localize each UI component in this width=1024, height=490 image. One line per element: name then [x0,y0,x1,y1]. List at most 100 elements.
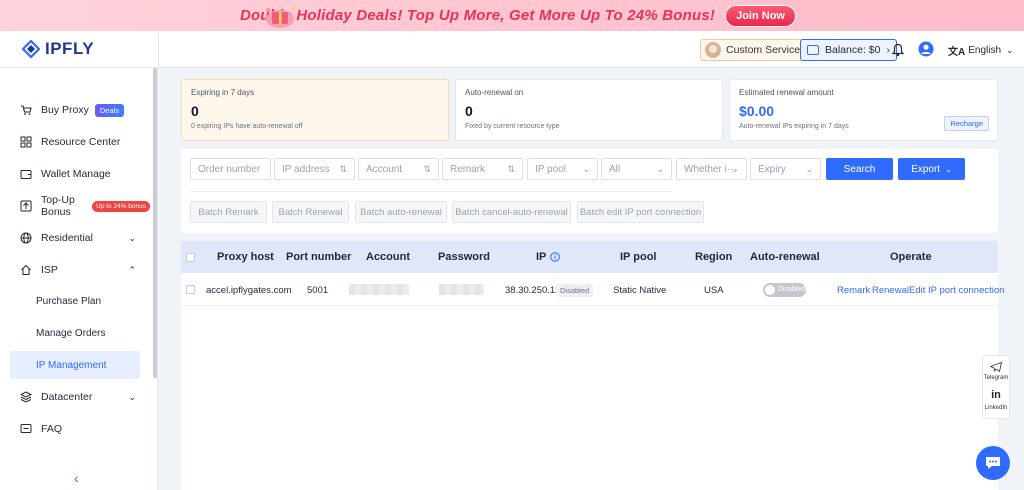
sidebar: Buy Proxy Deals Resource Center Wallet M… [0,68,158,490]
chevron-down-icon: ⌄ [656,163,664,174]
batch-remark-button[interactable]: Batch Remark [190,201,267,223]
remark-link[interactable]: Remark [837,285,870,296]
language-label: English [968,45,1002,56]
ip-table: Proxy host Port number Account Password … [181,241,1004,490]
ip-pool-placeholder: IP pool [535,163,566,175]
sidebar-item-residential[interactable]: Residential ⌄ [0,224,150,252]
card-value: 0 [465,103,473,119]
all-placeholder: All [609,163,621,175]
collapse-sidebar-icon[interactable]: ‹ [74,470,79,486]
sidebar-item-faq[interactable]: FAQ [0,415,150,443]
balance-button[interactable]: Balance: $0 › [800,39,897,61]
batch-edit-ip-port-button[interactable]: Batch edit IP port connection [577,201,704,223]
row-checkbox[interactable] [186,285,195,294]
cell-port: 5001 [307,285,329,296]
sidebar-scrollbar[interactable] [153,68,157,378]
export-button[interactable]: Export ⌄ [898,158,965,180]
sidebar-item-datacenter[interactable]: Datacenter ⌄ [0,383,150,411]
sidebar-item-label: Top-Up Bonus [41,194,75,218]
social-float-panel: Telegram in LinkedIn [982,355,1010,419]
bell-icon[interactable] [891,43,905,57]
whether-select[interactable]: Whether i··· ⌄ [676,158,747,180]
top-header: IPFLY Custom Service Balance: $0 › 文A En… [0,31,1024,68]
bonus-badge: Up to 24% bonus [92,200,150,212]
batch-cancel-auto-renewal-button[interactable]: Batch cancel-auto-renewal [452,201,571,223]
info-icon[interactable] [550,252,560,262]
filter-divider [190,191,672,192]
sidebar-item-label: FAQ [41,423,63,435]
brand-name: IPFLY [45,39,95,58]
renewal-link[interactable]: Renewal [872,285,909,296]
export-label: Export [911,163,941,175]
header-divider [158,31,159,68]
header-password: Password [438,251,490,263]
support-avatar [705,42,721,58]
account-input[interactable]: Account ⇅ [358,158,439,180]
chevron-down-icon: ⌄ [805,163,813,174]
sidebar-item-wallet-manage[interactable]: Wallet Manage [0,160,150,188]
sidebar-item-isp[interactable]: ISP ⌃ [0,256,150,284]
telegram-label: Telegram [983,375,1009,381]
topup-icon [20,200,32,212]
sidebar-subitem-purchase-plan[interactable]: Purchase Plan [0,287,150,315]
ip-address-input[interactable]: IP address ⇅ [274,158,355,180]
sidebar-item-label: Residential [41,232,93,244]
language-selector[interactable]: 文A English ⌄ [948,43,1014,58]
chevron-down-icon: ⌄ [945,164,952,174]
filter-icon: ⇅ [423,163,431,174]
batch-auto-renewal-button[interactable]: Batch auto-renewal [355,201,447,223]
remark-input[interactable]: Remark ⇅ [442,158,523,180]
all-select[interactable]: All ⌄ [601,158,672,180]
select-all-checkbox[interactable] [186,253,195,262]
remark-placeholder: Remark [450,163,486,175]
card-auto-renewal: Auto-renewal on 0 Fixed by current resou… [455,79,723,141]
sidebar-item-buy-proxy[interactable]: Buy Proxy Deals [0,96,150,124]
header-region: Region [695,251,733,263]
search-button[interactable]: Search [826,158,893,180]
join-now-button[interactable]: Join Now [725,4,796,27]
expiry-select[interactable]: Expiry ⌄ [750,158,821,180]
header-port-number: Port number [286,251,352,263]
order-number-input[interactable]: Order number [190,158,271,180]
card-label: Auto-renewal on [465,88,524,97]
auto-renewal-toggle[interactable]: Disabled [763,283,806,297]
sidebar-item-resource-center[interactable]: Resource Center [0,128,150,156]
toggle-knob [765,285,775,295]
cell-account-masked [349,284,409,295]
wallet-icon [20,168,32,180]
header-account: Account [366,251,410,263]
logo-icon [22,40,40,58]
ip-status-tag: Disabled [556,284,594,297]
user-avatar-icon[interactable] [918,41,934,57]
promo-banner[interactable]: Double Holiday Deals! Top Up More, Get M… [0,0,1024,31]
brand-logo[interactable]: IPFLY [22,39,94,59]
sidebar-item-label: ISP [41,264,58,276]
balance-label: Balance: $0 [825,44,881,56]
sidebar-subitem-manage-orders[interactable]: Manage Orders [0,319,150,347]
translate-icon: 文A [948,47,966,58]
header-auto-renewal: Auto-renewal [750,251,820,263]
header-proxy-host: Proxy host [217,251,274,263]
sidebar-item-topup-bonus[interactable]: Top-Up Bonus Up to 24% bonus [0,192,150,220]
custom-service-button[interactable]: Custom Service [700,39,810,61]
wallet-icon [807,45,819,55]
chevron-down-icon: ⌄ [128,232,136,243]
telegram-icon[interactable] [990,362,1002,372]
sidebar-subitem-ip-management[interactable]: IP Management [10,351,140,379]
linkedin-label: LinkedIn [984,405,1008,411]
server-icon [20,391,32,403]
batch-renewal-button[interactable]: Batch Renewal [272,201,349,223]
edit-ip-port-link[interactable]: Edit IP port connection [909,285,1004,296]
custom-service-label: Custom Service [726,44,801,56]
card-value: 0 [191,103,199,119]
card-label: Estimated renewal amount [739,88,834,97]
whether-placeholder: Whether i··· [684,163,737,175]
grid-icon [20,136,32,148]
cell-proxy-host: accel.ipflygates.com [206,285,292,296]
ip-pool-select[interactable]: IP pool ⌄ [527,158,598,180]
recharge-button[interactable]: Recharge [944,116,989,131]
chat-button[interactable] [976,446,1010,480]
gift-icon [266,6,296,28]
cart-icon [20,104,32,116]
linkedin-icon[interactable]: in [983,389,1009,401]
